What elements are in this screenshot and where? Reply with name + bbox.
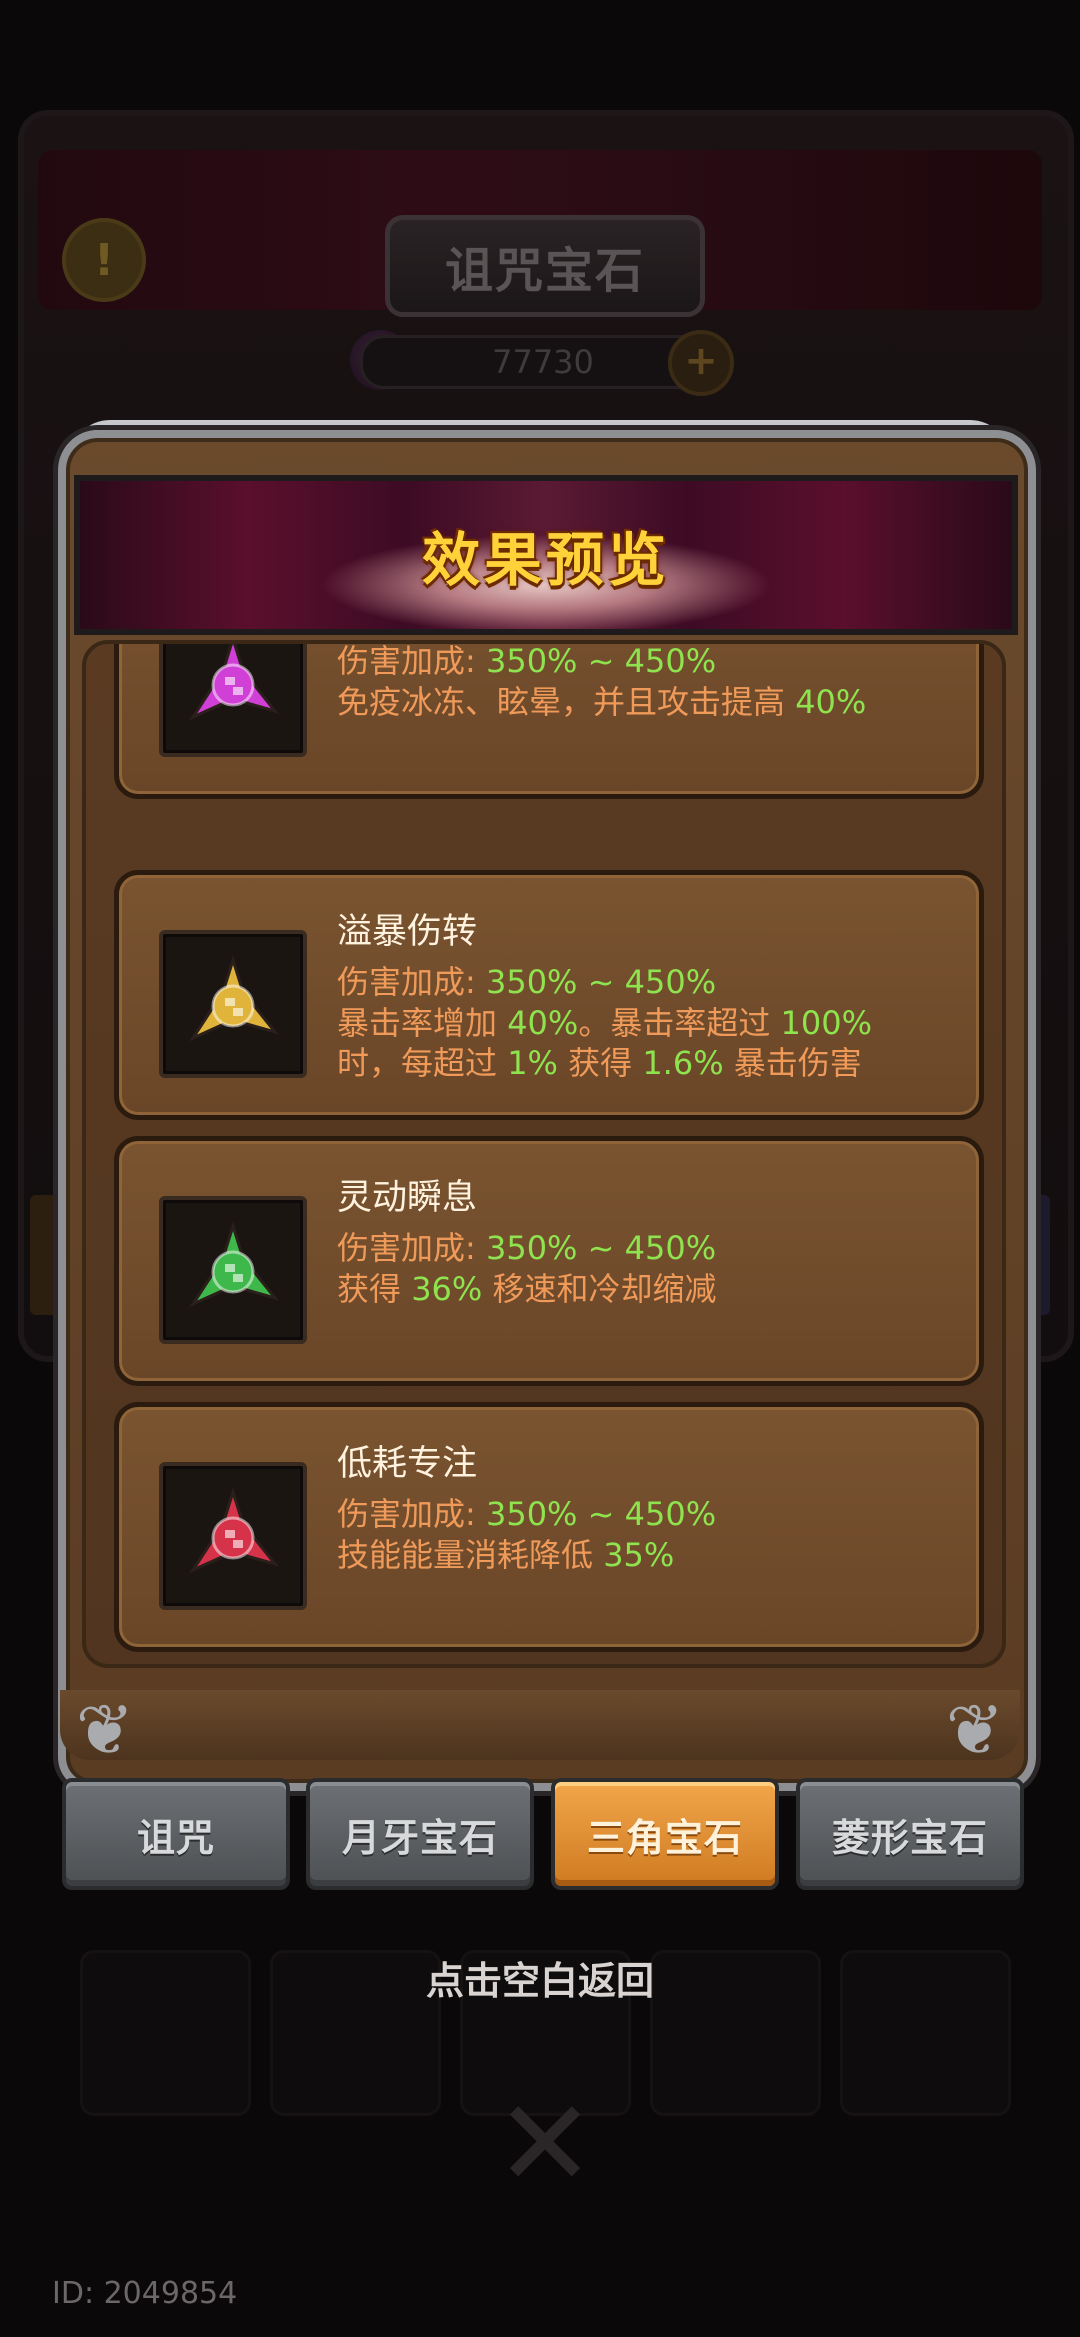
effect-damage-line-segment: 伤害加成:: [337, 1495, 486, 1533]
effect-damage-line: 伤害加成: 350% ~ 450%: [337, 1489, 716, 1535]
corner-ornament-left-icon: ❦: [75, 1689, 135, 1771]
warning-icon: !: [62, 218, 146, 302]
effect-damage-line-segment: 350% ~ 450%: [485, 642, 717, 680]
tap-to-return-hint[interactable]: 点击空白返回: [0, 1950, 1080, 2005]
effect-description-line: 免疫冰冻、眩晕，并且攻击提高 40%: [337, 677, 866, 723]
effect-description-line-2: 时，每超过 1% 获得 1.6% 暴击伤害: [337, 1038, 862, 1084]
effect-description-line-segment: 免疫冰冻、眩晕，并且攻击提高: [337, 683, 796, 721]
effect-description-line-segment: 暴击率增加: [337, 1004, 508, 1042]
effect-card: 溢暴伤转伤害加成: 350% ~ 450% 暴击率增加 40%。暴击率超过 100…: [114, 870, 984, 1120]
tab-diamond-gem[interactable]: 菱形宝石: [796, 1778, 1024, 1890]
panel-banner: 效果预览: [74, 475, 1018, 635]
background-crossed-swords-icon: ✕: [494, 2075, 596, 2214]
effect-description-line-segment: 获得: [337, 1270, 412, 1308]
tab-curse[interactable]: 诅咒: [62, 1778, 290, 1890]
effect-damage-line: 伤害加成: 350% ~ 450%: [337, 957, 716, 1003]
effect-description-line-segment: 。暴击率超过: [578, 1004, 781, 1042]
user-id: ID: 2049854: [52, 2276, 238, 2311]
effect-damage-line: 伤害加成: 350% ~ 450%: [337, 1223, 716, 1269]
effect-description-line-segment: 100%: [780, 1004, 872, 1042]
panel-bottom-edge: [60, 1690, 1020, 1760]
effect-damage-line-segment: 350% ~ 450%: [485, 963, 717, 1001]
background-side-left: [30, 1195, 60, 1315]
effect-description-line-2-segment: 1%: [507, 1044, 558, 1082]
effect-description-line-2-segment: 时，每超过: [337, 1044, 508, 1082]
effect-damage-line-segment: 350% ~ 450%: [485, 1495, 717, 1533]
effect-description-line-segment: 40%: [795, 683, 867, 721]
corner-ornament-right-icon: ❦: [945, 1689, 1005, 1771]
tab-triangle-gem[interactable]: 三角宝石: [551, 1778, 779, 1890]
effect-card: 低耗专注伤害加成: 350% ~ 450% 技能能量消耗降低 35%: [114, 1402, 984, 1652]
red-triangle-gem-icon: [159, 1462, 307, 1610]
effect-description-line-2-segment: 1.6%: [642, 1044, 724, 1082]
effect-description-line-2-segment: 获得: [557, 1044, 643, 1082]
effect-damage-line-segment: 伤害加成:: [337, 1229, 486, 1267]
gold-triangle-gem-icon: [159, 930, 307, 1078]
green-triangle-gem-icon: [159, 1196, 307, 1344]
panel-title: 效果预览: [421, 526, 670, 594]
effect-damage-line-segment: 伤害加成:: [337, 642, 486, 680]
effect-card: 灵动瞬息 伤害加成: 350% ~ 450% 获得 36% 移速和冷却缩减: [114, 1136, 984, 1386]
effect-description-line-segment: 移速和冷却缩减: [482, 1270, 717, 1308]
effect-damage-line-segment: 350% ~ 450%: [485, 1229, 717, 1267]
effect-description-line: 技能能量消耗降低 35%: [337, 1530, 674, 1576]
background-title: 诅咒宝石: [385, 215, 705, 317]
tab-crescent-gem[interactable]: 月牙宝石: [306, 1778, 534, 1890]
effect-description-line-2-segment: 暴击伤害: [723, 1044, 862, 1082]
effect-name: 溢暴伤转: [337, 912, 478, 952]
effect-name: 灵动瞬息: [337, 1178, 478, 1218]
purple-triangle-gem-icon: [159, 644, 307, 757]
effect-description-line-segment: 40%: [507, 1004, 579, 1042]
effect-card: 钢铁狂志伤害加成: 350% ~ 450%免疫冰冻、眩晕，并且攻击提高 40%: [114, 642, 984, 799]
effect-description-line-segment: 35%: [603, 1536, 675, 1574]
effect-damage-line: 伤害加成: 350% ~ 450%: [337, 642, 717, 682]
effect-description-line-segment: 技能能量消耗降低: [337, 1536, 604, 1574]
add-currency-button: +: [668, 330, 734, 396]
effect-description-line-segment: 36%: [411, 1270, 483, 1308]
effect-list[interactable]: 钢铁狂志伤害加成: 350% ~ 450%免疫冰冻、眩晕，并且攻击提高 40% 溢…: [82, 640, 1006, 1668]
effect-damage-line-segment: 伤害加成:: [337, 963, 486, 1001]
effect-description-line: 获得 36% 移速和冷却缩减: [337, 1264, 717, 1310]
effect-name: 低耗专注: [337, 1444, 478, 1484]
